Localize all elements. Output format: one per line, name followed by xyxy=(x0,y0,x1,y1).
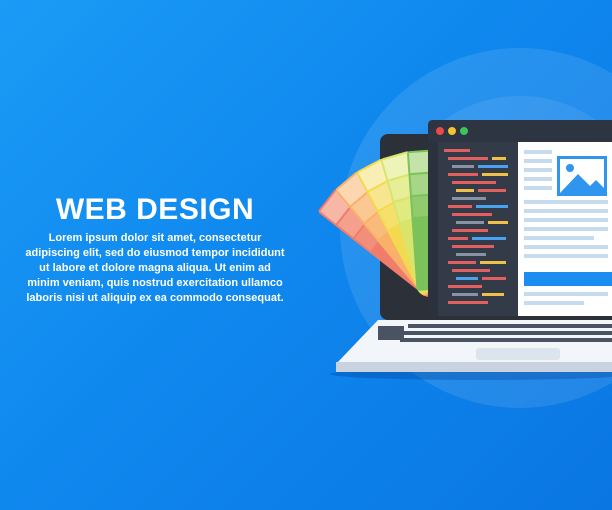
web-design-illustration xyxy=(318,120,612,380)
code-editor-icon xyxy=(428,142,518,316)
preview-banner-bar xyxy=(524,272,612,286)
maximize-dot-icon xyxy=(460,127,468,135)
keyboard-icon xyxy=(336,320,612,372)
minimize-dot-icon xyxy=(448,127,456,135)
browser-window-icon xyxy=(428,120,612,316)
banner: WEB DESIGN Lorem ipsum dolor sit amet, c… xyxy=(0,0,612,510)
image-placeholder-icon xyxy=(557,156,607,196)
close-dot-icon xyxy=(436,127,444,135)
laptop-trackpad xyxy=(476,348,560,360)
